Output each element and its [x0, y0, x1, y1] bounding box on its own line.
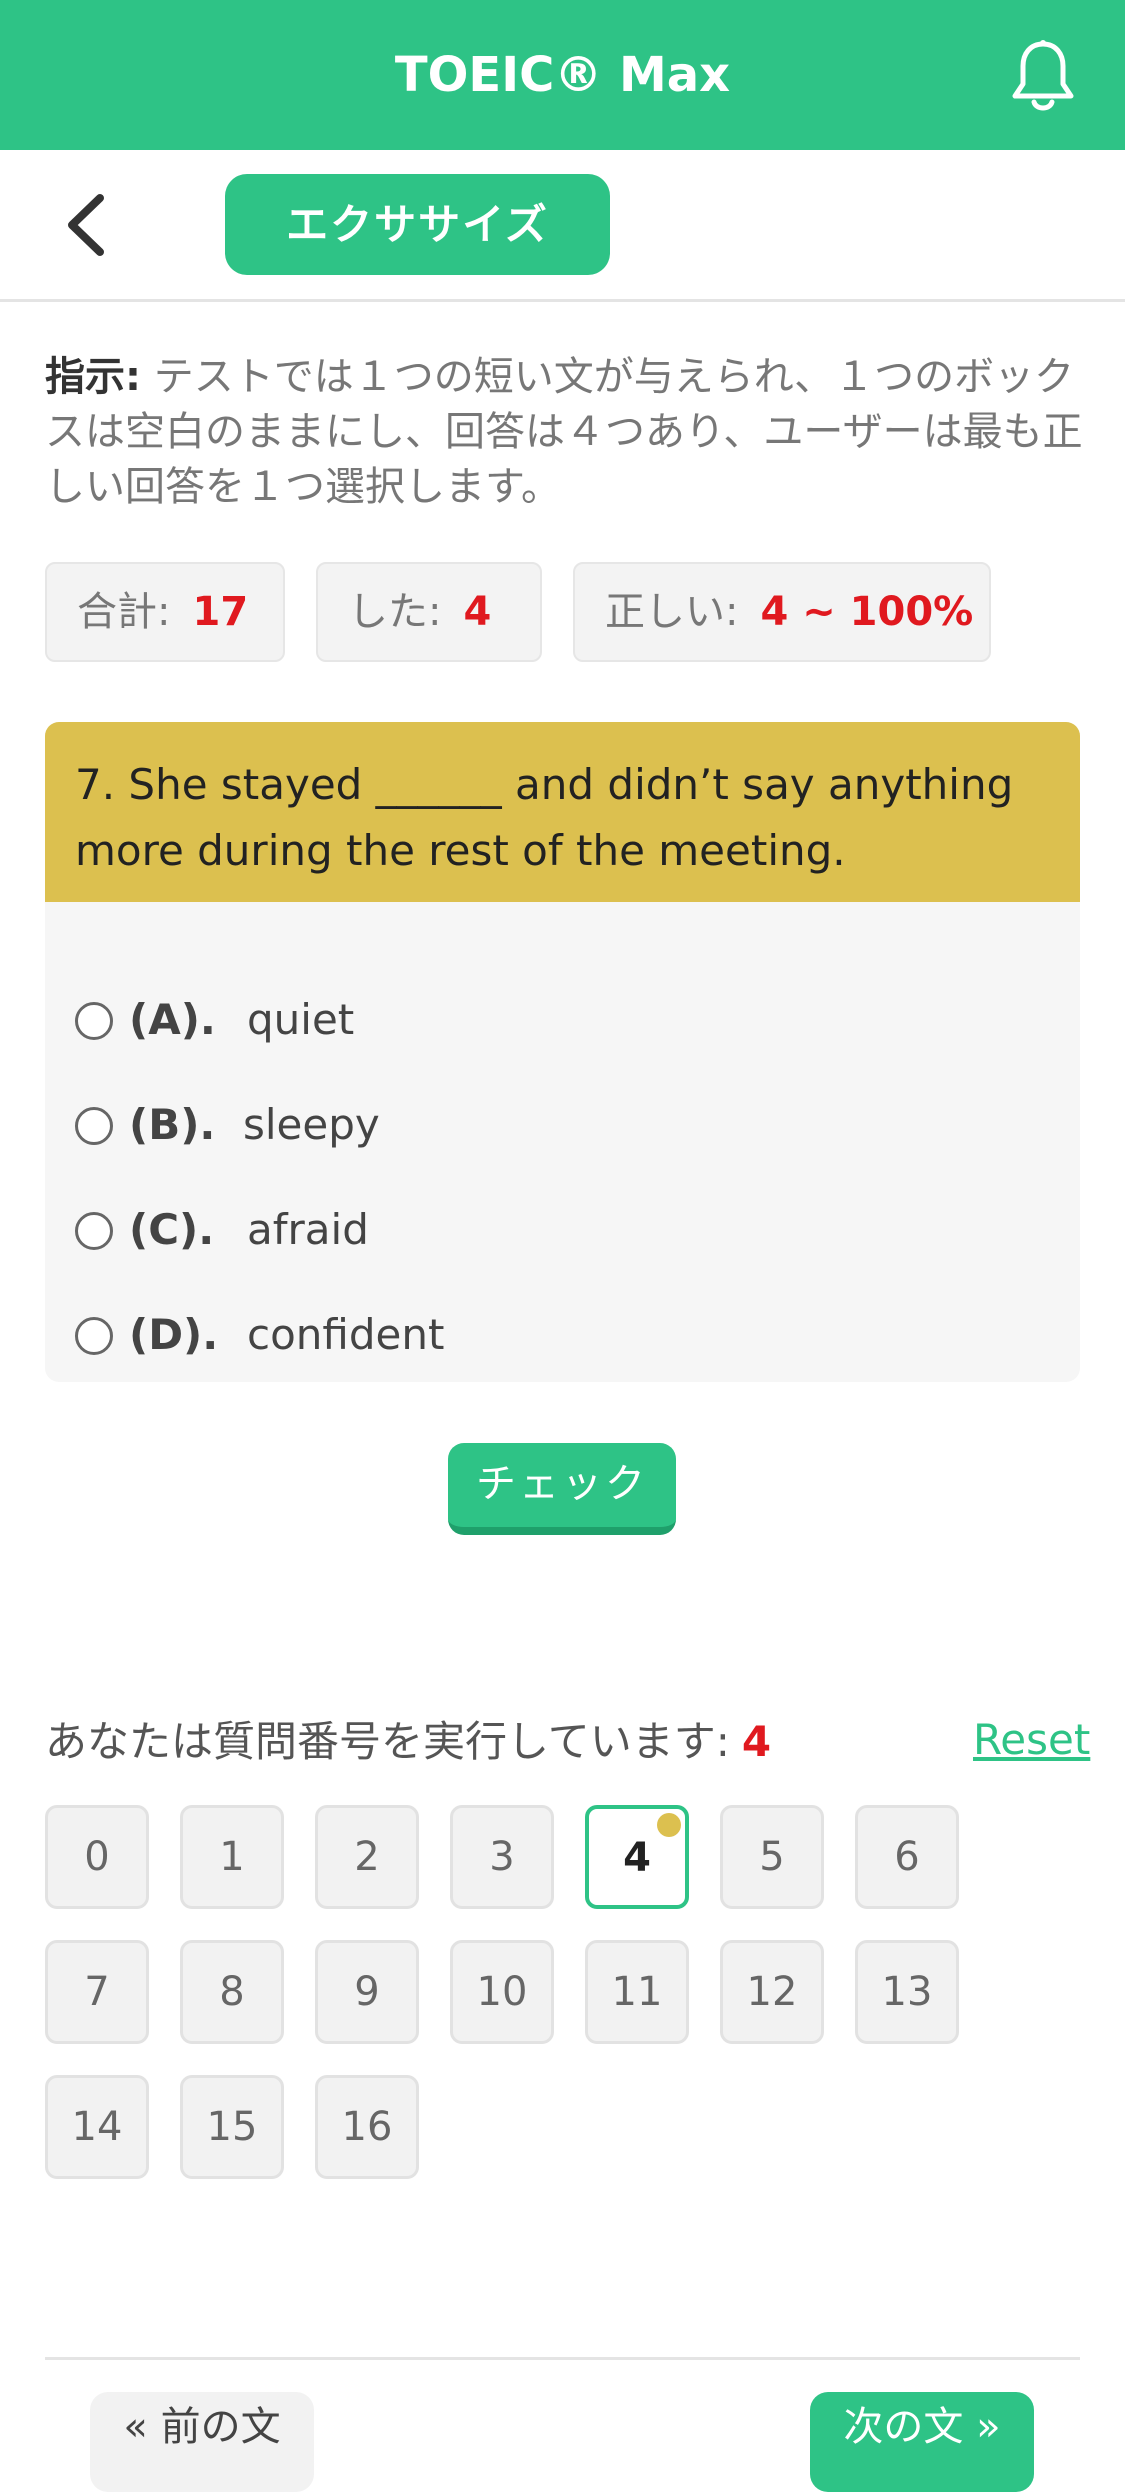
question-number-2[interactable]: 2 [315, 1805, 419, 1909]
next-sentence-button[interactable]: 次の文 » [810, 2392, 1034, 2492]
question-number-10[interactable]: 10 [450, 1940, 554, 2044]
radio-button[interactable] [75, 1002, 113, 1040]
progress-label-text: あなたは質問番号を実行しています: [45, 1717, 730, 1766]
question-number-8[interactable]: 8 [180, 1940, 284, 2044]
question-number-9[interactable]: 9 [315, 1940, 419, 2044]
question-number-label: 4 [623, 1835, 651, 1881]
stat-correct-value: 4 ~ 100% [760, 589, 974, 635]
question-number-16[interactable]: 16 [315, 2075, 419, 2179]
stat-total: 合計: 17 [45, 562, 285, 662]
question-card: 7. She stayed ______ and didn’t say anyt… [45, 722, 1080, 1382]
progress-label: あなたは質問番号を実行しています: 4 [45, 1712, 771, 1772]
stat-done: した: 4 [316, 562, 542, 662]
option-letter: (C). [129, 1205, 215, 1254]
option-letter: (D). [129, 1310, 219, 1359]
question-number-3[interactable]: 3 [450, 1805, 554, 1909]
stat-done-value: 4 [463, 589, 492, 635]
instruction-body: テストでは１つの短い文が与えられ、１つのボックスは空白のままにし、回答は４つあり… [45, 354, 1083, 510]
question-number-14[interactable]: 14 [45, 2075, 149, 2179]
question-number-11[interactable]: 11 [585, 1940, 689, 2044]
stat-correct-label: 正しい: [605, 589, 739, 635]
option-letter: (A). [129, 995, 216, 1044]
question-number-13[interactable]: 13 [855, 1940, 959, 2044]
instruction-text: 指示: テストでは１つの短い文が与えられ、１つのボックスは空白のままにし、回答は… [45, 350, 1085, 515]
option-b[interactable]: (B). sleepy [75, 1090, 1055, 1160]
option-text: quiet [247, 995, 355, 1044]
question-number-1[interactable]: 1 [180, 1805, 284, 1909]
chevron-left-icon[interactable] [60, 190, 120, 260]
instruction-label: 指示: [45, 354, 141, 400]
question-number-6[interactable]: 6 [855, 1805, 959, 1909]
progress-current: 4 [741, 1717, 772, 1766]
question-number-15[interactable]: 15 [180, 2075, 284, 2179]
current-indicator-dot [657, 1813, 681, 1837]
option-a[interactable]: (A). quiet [75, 985, 1055, 1055]
app-header: TOEIC® Max [0, 0, 1125, 150]
check-button[interactable]: チェック [448, 1443, 676, 1535]
radio-button[interactable] [75, 1317, 113, 1355]
question-number-5[interactable]: 5 [720, 1805, 824, 1909]
sub-navigation: エクササイズ [0, 150, 1125, 302]
app-title: TOEIC® Max [394, 47, 731, 103]
tab-exercise[interactable]: エクササイズ [225, 174, 610, 275]
option-text: afraid [247, 1205, 369, 1254]
question-text: 7. She stayed ______ and didn’t say anyt… [45, 722, 1080, 902]
bell-icon[interactable] [1010, 38, 1076, 114]
option-c[interactable]: (C). afraid [75, 1195, 1055, 1265]
reset-link[interactable]: Reset [973, 1710, 1090, 1770]
option-text: sleepy [243, 1100, 380, 1149]
stat-total-value: 17 [192, 589, 249, 635]
radio-button[interactable] [75, 1107, 113, 1145]
stat-total-label: 合計: [77, 589, 171, 635]
question-number-7[interactable]: 7 [45, 1940, 149, 2044]
radio-button[interactable] [75, 1212, 113, 1250]
previous-sentence-button[interactable]: « 前の文 [90, 2392, 314, 2492]
stat-done-label: した: [348, 589, 442, 635]
option-letter: (B). [129, 1100, 216, 1149]
question-number-4[interactable]: 4 [585, 1805, 689, 1909]
option-text: confident [247, 1310, 445, 1359]
footer-divider [45, 2357, 1080, 2360]
option-d[interactable]: (D). confident [75, 1300, 1055, 1370]
question-number-0[interactable]: 0 [45, 1805, 149, 1909]
question-number-12[interactable]: 12 [720, 1940, 824, 2044]
stat-correct: 正しい: 4 ~ 100% [573, 562, 991, 662]
